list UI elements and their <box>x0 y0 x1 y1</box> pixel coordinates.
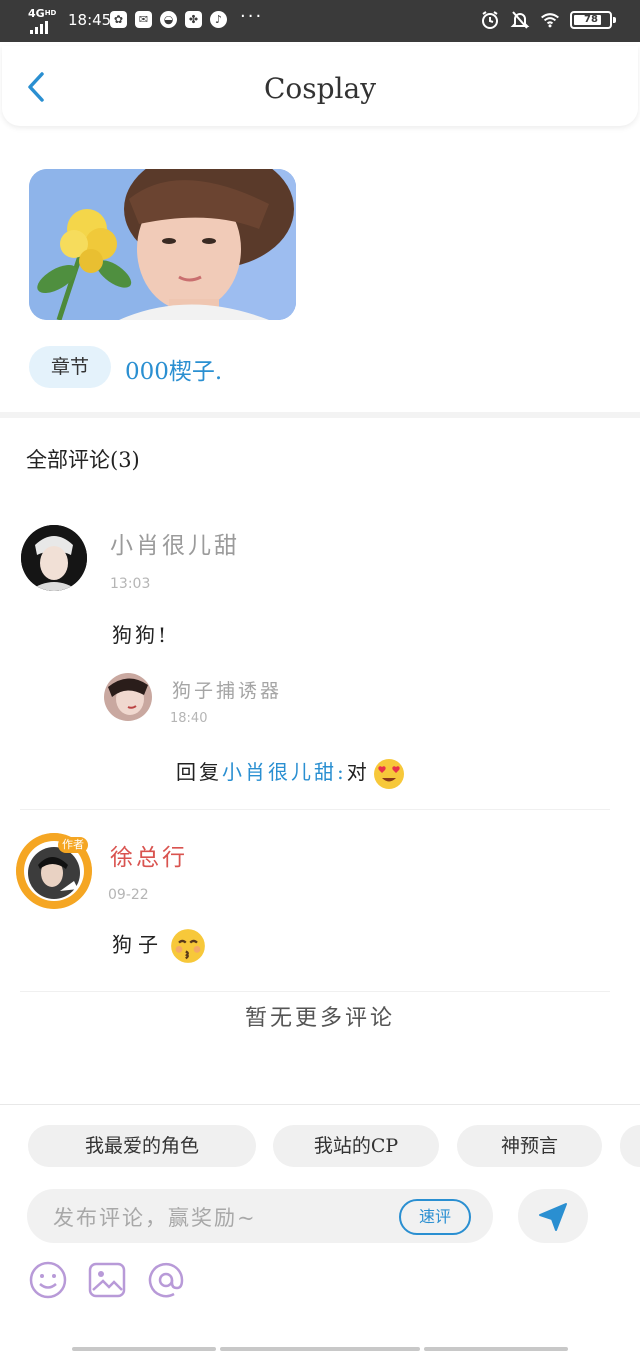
topic-chip[interactable]: 我最爱的角色 <box>28 1125 256 1167</box>
comment-separator <box>20 809 610 810</box>
send-icon <box>539 1203 567 1231</box>
top-nav-bar: Cosplay <box>2 46 638 126</box>
avatar[interactable] <box>21 525 87 591</box>
cloud-icon: ◒ <box>160 11 177 28</box>
clock: 18:45 <box>68 11 112 29</box>
author-badge: 作者 <box>58 837 88 853</box>
notification-icons: ✿ ✉ ◒ ✤ ♪ <box>110 11 227 28</box>
comment-time: 09-22 <box>108 887 149 903</box>
page-title: Cosplay <box>263 72 377 105</box>
reply-author[interactable]: 狗子捕诱器 <box>172 676 282 703</box>
alarm-icon <box>482 11 498 29</box>
image-icon[interactable] <box>87 1260 127 1300</box>
smiley-icon[interactable] <box>28 1260 68 1300</box>
comment-author[interactable]: 徐总行 <box>110 838 188 872</box>
nav-gesture-bar <box>220 1347 420 1351</box>
app-icon: ✤ <box>185 11 202 28</box>
qq-icon: ✿ <box>110 11 127 28</box>
quick-review-button[interactable]: 速评 <box>399 1199 471 1235</box>
comment-time: 13:03 <box>110 576 151 592</box>
chapter-cover-image[interactable] <box>29 169 296 320</box>
comment-composer: 我最爱的角色 我站的CP 神预言 发布评论，赢奖励~ 速评 <box>0 1104 640 1351</box>
reply-time: 18:40 <box>170 711 208 726</box>
comment-author[interactable]: 小肖很儿甜 <box>110 526 240 560</box>
comment-text: 狗狗! <box>112 623 170 647</box>
network-type: 4G <box>28 7 45 20</box>
heart-eyes-emoji-icon <box>374 758 405 789</box>
at-icon[interactable] <box>146 1260 186 1300</box>
topic-chip-overflow[interactable] <box>620 1125 640 1167</box>
music-icon: ♪ <box>210 11 227 28</box>
reply-text: 回复小肖很儿甜:对 <box>176 756 405 790</box>
avatar[interactable] <box>104 673 152 721</box>
wifi-icon <box>541 13 559 28</box>
section-divider <box>0 412 640 418</box>
send-button[interactable] <box>518 1189 588 1243</box>
network-indicator: 4GHD <box>28 8 56 19</box>
nav-gesture-bar <box>424 1347 568 1351</box>
battery-icon: 78 <box>570 11 616 29</box>
no-more-comments: 暂无更多评论 <box>244 1006 395 1031</box>
comment-input[interactable]: 发布评论，赢奖励~ 速评 <box>27 1189 493 1243</box>
reply-content: 对 <box>346 760 367 784</box>
battery-level: 78 <box>584 14 598 25</box>
topic-chip[interactable]: 我站的CP <box>273 1125 439 1167</box>
chapter-name-link[interactable]: 000楔子. <box>125 352 222 386</box>
reply-prefix: 回复 <box>176 760 222 784</box>
comment-separator <box>20 991 610 992</box>
comments-header: 全部评论(3) <box>26 448 140 472</box>
signal-icon <box>30 21 48 34</box>
nav-gesture-bar <box>72 1347 216 1351</box>
kissing-emoji-icon <box>171 929 206 963</box>
chapter-tag: 章节 <box>29 346 111 388</box>
mail-icon: ✉ <box>135 11 152 28</box>
more-notifications-icon: ··· <box>240 6 264 27</box>
status-bar: 4GHD 18:45 ✿ ✉ ◒ ✤ ♪ ··· 78 <box>0 0 640 42</box>
network-hd: HD <box>44 9 57 17</box>
comment-text: 狗子 <box>112 928 206 964</box>
topic-chip[interactable]: 神预言 <box>457 1125 602 1167</box>
comment-input-placeholder: 发布评论，赢奖励~ <box>53 1206 257 1230</box>
mute-icon <box>510 11 530 29</box>
comment-content: 狗子 <box>112 932 164 957</box>
reply-target-link[interactable]: 小肖很儿甜: <box>222 760 347 784</box>
